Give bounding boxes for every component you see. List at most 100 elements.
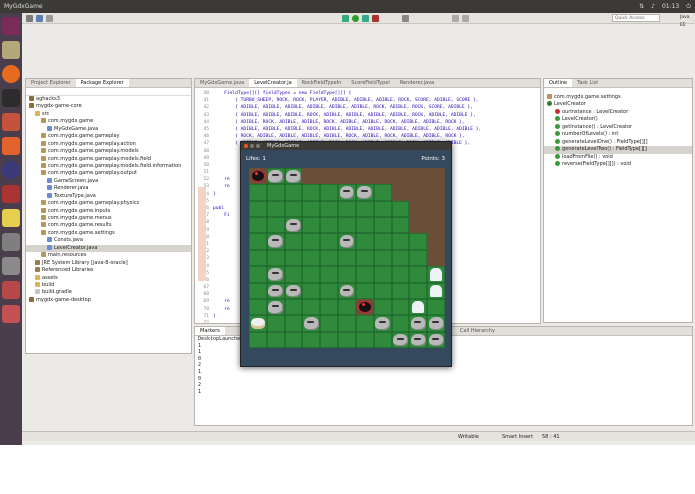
folder-icon — [35, 110, 40, 116]
tab-call-hierarchy[interactable]: Call Hierarchy — [455, 327, 500, 335]
explorer-item[interactable]: build — [26, 281, 191, 289]
print-icon[interactable] — [46, 15, 53, 22]
workspace-icon[interactable] — [2, 281, 20, 299]
editor-tab[interactable]: MyGdxGame.java — [195, 79, 249, 87]
outline-item[interactable]: getInstance() : LevelCreator — [544, 123, 692, 131]
sound-icon[interactable]: ♪ — [651, 0, 655, 13]
code-text: } — [213, 191, 216, 197]
explorer-item[interactable]: Referenced Libraries — [26, 267, 191, 274]
rock-cell — [284, 217, 303, 234]
java-icon — [47, 237, 52, 243]
explorer-item[interactable]: com.mygdx.game.gameplay.models — [26, 148, 191, 155]
new-icon[interactable] — [26, 15, 33, 22]
tab-project-explorer[interactable]: Project Explorer — [26, 79, 76, 87]
desktop-screen: MyGdxGame ⇅ ♪ 01:13 ⏻ Quick Access Java … — [0, 0, 695, 445]
notes-icon[interactable] — [2, 209, 20, 227]
game-board[interactable] — [249, 168, 445, 348]
outline-item[interactable]: LevelCreator — [544, 101, 692, 108]
editor-tab[interactable]: Renderer.java — [395, 79, 439, 87]
tab-task-list[interactable]: Task List — [572, 79, 603, 87]
editor-tab[interactable]: RockFieldTypeIn — [297, 79, 347, 87]
explorer-item[interactable]: com.mygdx.game.gameplay.models.field.inf… — [26, 162, 191, 170]
outline-item[interactable]: reverse(FieldType[][]) : void — [544, 160, 692, 168]
outline-item[interactable]: com.mygdx.game.settings — [544, 94, 692, 101]
editor-tab[interactable]: ScoreFieldTypeI — [346, 79, 395, 87]
explorer-item[interactable]: com.mygdx.game.gameplay.models.field — [26, 155, 191, 163]
bomb-sheep-cell — [355, 298, 374, 316]
explorer-item[interactable]: com.mygdx.game.gameplay.physics — [26, 200, 191, 207]
search-icon[interactable] — [2, 17, 20, 35]
explorer-item[interactable]: Consts.java — [26, 237, 191, 244]
outline-item[interactable]: generateLevelOne() : FieldType[][] — [544, 138, 692, 146]
outline-item[interactable]: loadFromFile() : void — [544, 153, 692, 161]
run-icon[interactable] — [352, 15, 359, 22]
explorer-item[interactable]: com.mygdx.game.inputs — [26, 207, 191, 215]
line-number: 50 — [203, 162, 209, 168]
minimize-icon[interactable] — [250, 144, 254, 148]
dirt-cell — [302, 233, 321, 250]
outline-item[interactable]: ourInstance : LevelCreator — [544, 108, 692, 116]
trash-icon[interactable] — [2, 257, 20, 275]
tab-outline[interactable]: Outline — [544, 79, 573, 87]
empty-cell — [373, 168, 392, 185]
game-title-bar[interactable]: MyGdxGame — [241, 142, 451, 150]
game-window[interactable]: MyGdxGame Lifes: 1 Points: 3 — [240, 141, 452, 367]
external-tools-icon[interactable] — [372, 15, 379, 22]
power-icon[interactable]: ⏻ — [686, 0, 691, 13]
explorer-item[interactable]: src — [26, 110, 191, 118]
explorer-item[interactable]: MyGdxGame.java — [26, 125, 191, 133]
text-editor-icon[interactable] — [2, 113, 20, 131]
explorer-item[interactable]: build.gradle — [26, 289, 191, 296]
software-icon[interactable] — [2, 137, 20, 155]
explorer-item[interactable]: mygdx-game-core — [26, 103, 191, 110]
firefox-icon[interactable] — [2, 65, 20, 83]
explorer-item[interactable]: main.resources — [26, 252, 191, 259]
outline-item[interactable]: numberOfLevels() : int — [544, 131, 692, 138]
dirt-cell — [355, 282, 374, 299]
perspective-java-ee[interactable]: Java EE — [680, 14, 695, 30]
app-icon[interactable] — [2, 305, 20, 323]
eclipse-icon[interactable] — [2, 161, 20, 179]
explorer-item[interactable]: com.mygdx.game.settings — [26, 229, 191, 237]
explorer-item[interactable]: com.mygdx.game.gameplay — [26, 133, 191, 140]
dirt-cell — [266, 217, 285, 234]
explorer-item[interactable]: mygdx-game-desktop — [26, 296, 191, 304]
explorer-item[interactable]: com.mygdx.game.menus — [26, 215, 191, 222]
quick-access-input[interactable]: Quick Access — [612, 14, 660, 22]
tab-markers[interactable]: Markers — [195, 327, 225, 335]
explorer-item[interactable]: Renderer.java — [26, 185, 191, 192]
maximize-icon[interactable] — [256, 144, 260, 148]
outline-item[interactable]: LevelCreator() — [544, 116, 692, 123]
files-icon[interactable] — [2, 41, 20, 59]
explorer-item[interactable]: GameScreen.java — [26, 177, 191, 185]
terminal-icon[interactable] — [2, 89, 20, 107]
code-text: { ADIBLE, ADIBLE, ADIBLE, ROCK, ADIBLE, … — [213, 126, 482, 132]
explorer-item[interactable]: JRE System Library [java-8-oracle] — [26, 259, 191, 267]
clock[interactable]: 01:13 — [662, 0, 679, 13]
empty-cell — [391, 168, 410, 185]
settings-icon[interactable] — [2, 185, 20, 203]
outline-item[interactable]: generateLevelTwo() : FieldType[][] — [544, 146, 692, 154]
explorer-item[interactable]: assets — [26, 274, 191, 282]
search-toolbar-icon[interactable] — [402, 15, 409, 22]
close-icon[interactable] — [244, 144, 248, 148]
back-icon[interactable] — [452, 15, 459, 22]
player-sheep-cell — [249, 315, 267, 332]
explorer-item[interactable]: com.mygdx.game.gameplay.action — [26, 140, 191, 148]
debug-icon[interactable] — [342, 15, 349, 22]
network-icon[interactable]: ⇅ — [639, 0, 644, 13]
save-icon[interactable] — [36, 15, 43, 22]
explorer-item[interactable]: com.mygdx.game — [26, 118, 191, 125]
tab-package-explorer[interactable]: Package Explorer — [75, 79, 129, 87]
editor-tab[interactable]: LevelCreator.ja — [249, 79, 297, 87]
explorer-item[interactable]: TextureType.java — [26, 192, 191, 200]
explorer-item[interactable]: aghacks3 — [26, 96, 191, 103]
dirt-cell — [302, 184, 321, 201]
outline-item-label: generateLevelOne() : FieldType[][] — [562, 138, 648, 145]
explorer-item[interactable]: com.mygdx.game.gameplay.output — [26, 170, 191, 177]
explorer-item[interactable]: com.mygdx.game.results — [26, 222, 191, 229]
forward-icon[interactable] — [462, 15, 469, 22]
coverage-icon[interactable] — [362, 15, 369, 22]
explorer-item[interactable]: LevelCreator.java — [26, 244, 191, 253]
drive-icon[interactable] — [2, 233, 20, 251]
